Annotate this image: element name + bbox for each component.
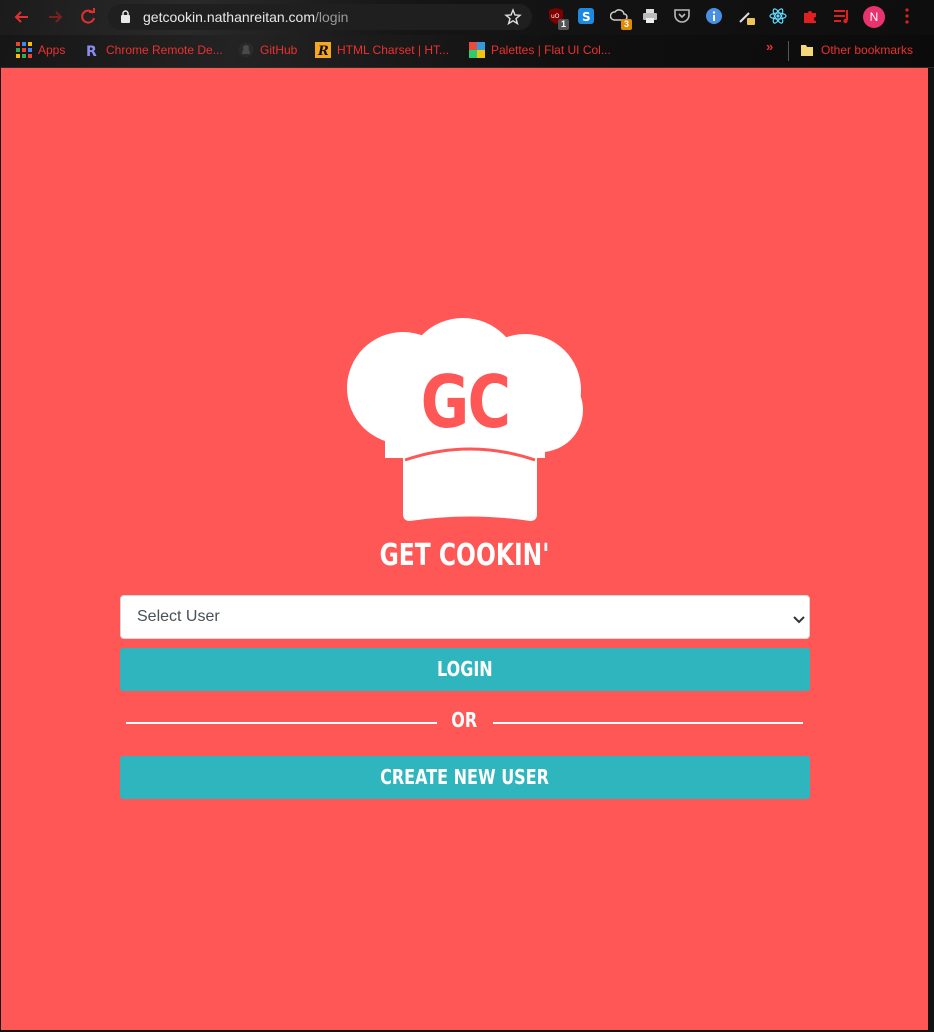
r-logo-icon: R	[84, 42, 100, 60]
cloud-badge: 3	[621, 19, 632, 30]
react-devtools-icon[interactable]	[769, 7, 787, 25]
bookmark-label: GitHub	[260, 43, 298, 57]
puzzle-icon[interactable]	[801, 7, 819, 25]
svg-text:R: R	[86, 44, 97, 58]
svg-text:S: S	[582, 10, 591, 24]
other-bookmarks-label: Other bookmarks	[821, 43, 914, 57]
back-arrow-icon[interactable]	[11, 6, 33, 28]
apps-grid-icon	[16, 42, 32, 58]
forward-arrow-icon[interactable]	[44, 6, 66, 28]
bookmark-label: Chrome Remote De...	[106, 43, 223, 57]
or-label: OR	[451, 708, 478, 732]
pocket-icon[interactable]	[673, 7, 691, 25]
ublock-icon[interactable]: uO 1	[547, 7, 569, 30]
address-bar[interactable]: getcookin.nathanreitan.com/login	[108, 4, 532, 30]
bookmark-label: Apps	[38, 43, 66, 57]
select-user-value: Select User	[137, 608, 220, 625]
create-new-user-button[interactable]: CREATE NEW USER	[120, 756, 810, 799]
app-title: GET COOKIN'	[379, 538, 550, 573]
lock-icon	[120, 10, 131, 28]
bookmark-label: Palettes | Flat UI Col...	[491, 43, 611, 57]
create-button-label: CREATE NEW USER	[380, 765, 550, 789]
login-button[interactable]: LOGIN	[120, 648, 810, 691]
bookmark-label: HTML Charset | HT...	[337, 43, 450, 57]
divider-right	[493, 722, 803, 724]
s-extension-icon[interactable]: S	[577, 7, 595, 25]
print-icon[interactable]	[641, 7, 659, 25]
github-icon	[238, 42, 254, 58]
reload-icon[interactable]	[77, 6, 99, 28]
bookmark-star-icon[interactable]	[504, 8, 522, 31]
login-button-label: LOGIN	[437, 657, 493, 681]
r-italic-icon: R	[315, 42, 331, 59]
user-select[interactable]: Select User	[120, 595, 810, 639]
chevron-down-icon	[793, 612, 805, 630]
logo-text: GC	[420, 360, 511, 444]
info-icon[interactable]	[705, 7, 723, 25]
kebab-menu-icon[interactable]	[898, 7, 916, 25]
bookmarks-bar: Apps R Chrome Remote De... GitHub R HTML…	[0, 35, 934, 68]
eyedropper-icon[interactable]	[737, 7, 755, 25]
cloud-extension-icon[interactable]: 3	[609, 7, 632, 30]
login-page: GC GET COOKIN' Select User LOGIN OR CREA…	[1, 68, 928, 1030]
browser-toolbar: getcookin.nathanreitan.com/login uO 1 S …	[0, 0, 934, 35]
folder-icon	[800, 42, 816, 58]
ublock-badge: 1	[558, 19, 569, 30]
profile-avatar[interactable]: N	[863, 6, 885, 28]
url-text[interactable]: getcookin.nathanreitan.com/login	[143, 9, 348, 25]
or-separator: OR	[1, 708, 928, 732]
bookmarks-divider	[788, 41, 789, 61]
palette-icon	[469, 42, 485, 58]
media-queue-icon[interactable]	[833, 7, 851, 25]
bookmarks-overflow-button[interactable]: »	[766, 39, 773, 54]
svg-text:R: R	[317, 44, 329, 58]
